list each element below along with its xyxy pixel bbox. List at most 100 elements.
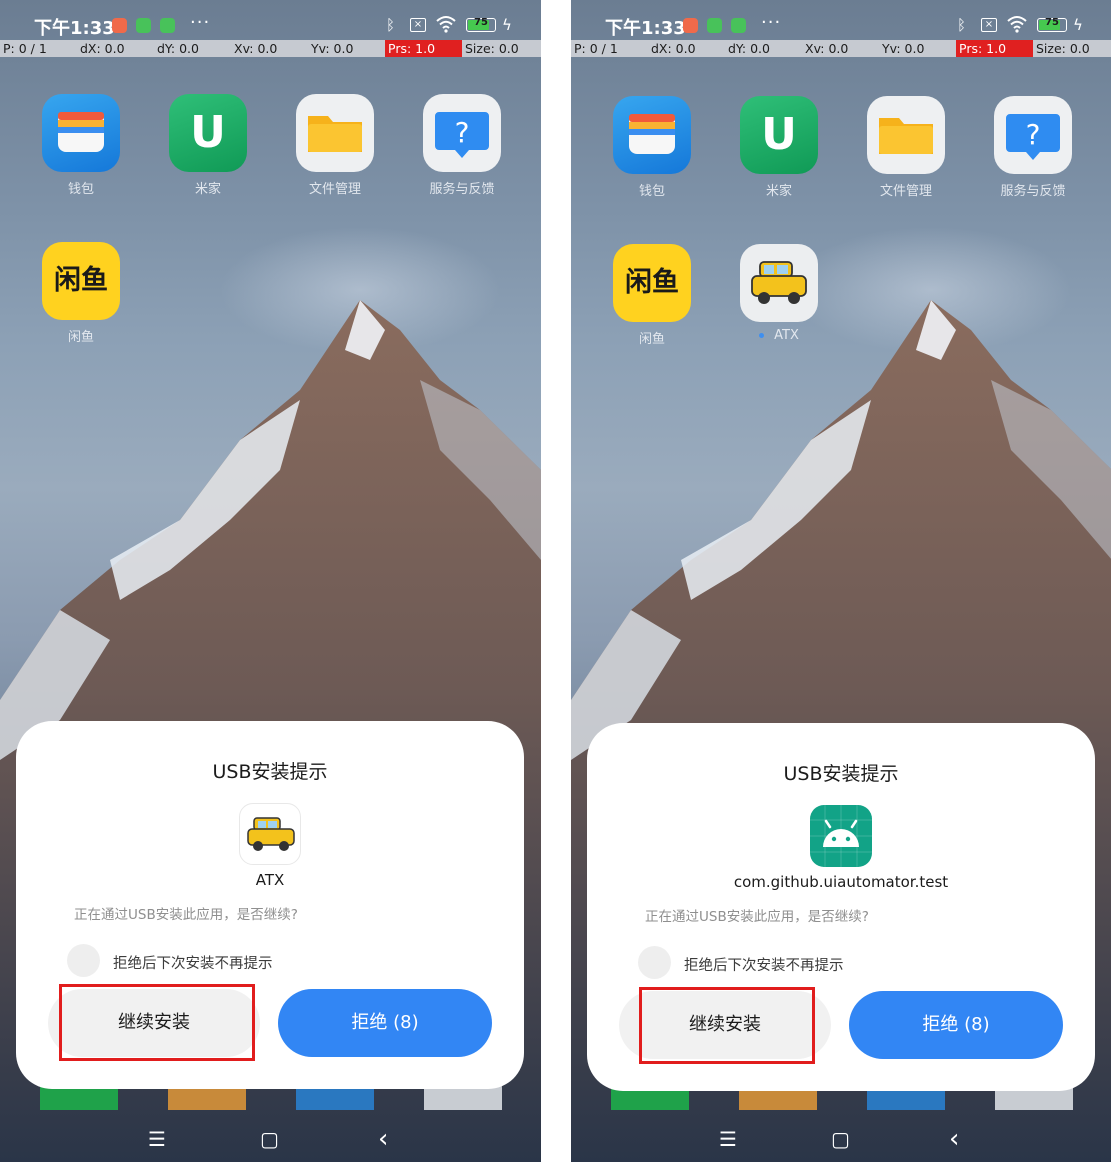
battery-percent: 75	[474, 17, 488, 28]
home-icon[interactable]: ▢	[831, 1122, 850, 1156]
app-label: 文件管理	[879, 184, 932, 199]
battery-percent: 75	[1045, 17, 1059, 28]
debug-yv: Yv: 0.0	[882, 41, 925, 56]
reject-button[interactable]: 拒绝 (8)	[849, 991, 1063, 1059]
debug-pointer: P: 0 / 1	[3, 41, 47, 56]
debug-pointer: P: 0 / 1	[574, 41, 618, 56]
app-service[interactable]: ? 服务与反馈	[414, 94, 510, 197]
app-files[interactable]: 文件管理	[287, 94, 383, 197]
app-xianyu[interactable]: 闲鱼 闲鱼	[604, 244, 700, 347]
app-label: 文件管理	[308, 182, 361, 197]
app-label: 米家	[194, 182, 221, 197]
xianyu-icon: 闲鱼	[613, 244, 691, 322]
battery-icon: 75	[466, 17, 496, 32]
mijia-icon: U	[169, 94, 247, 172]
home-icon[interactable]: ▢	[260, 1122, 279, 1156]
dont-remind-checkbox[interactable]	[638, 946, 671, 979]
atx-taxi-icon	[239, 803, 301, 865]
new-app-dot-icon	[759, 333, 765, 338]
app-label: 闲鱼	[67, 330, 94, 345]
phone-screen-right: 下午1:33 ··· ᛒ × 75 ϟ P: 0 / 1 dX: 0.0 dY:…	[571, 0, 1111, 1162]
app-label: 服务与反馈	[1000, 184, 1066, 199]
wifi-icon	[1007, 15, 1027, 38]
debug-size: Size: 0.0	[1036, 41, 1090, 56]
svg-text:?: ?	[455, 116, 470, 149]
pointer-debug-bar: P: 0 / 1 dX: 0.0 dY: 0.0 Xv: 0.0 Yv: 0.0…	[571, 40, 1111, 57]
highlight-box	[639, 987, 815, 1064]
svg-text:?: ?	[1026, 118, 1041, 151]
notification-app-icon	[112, 18, 127, 33]
app-label: 服务与反馈	[429, 182, 495, 197]
wallet-icon	[42, 94, 120, 172]
status-bar: 下午1:33 ··· ᛒ × 75 ϟ	[0, 10, 541, 40]
dialog-title: USB安装提示	[212, 761, 328, 783]
menu-icon[interactable]: ☰	[719, 1122, 737, 1156]
debug-pressure: Prs: 1.0	[385, 40, 462, 57]
folder-icon	[296, 94, 374, 172]
folder-icon	[867, 96, 945, 174]
app-label: 闲鱼	[638, 332, 665, 347]
navigation-bar: ☰ ▢ ‹	[0, 1122, 541, 1156]
app-mijia[interactable]: U 米家	[731, 96, 827, 199]
notification-app-icon	[707, 18, 722, 33]
dialog-title: USB安装提示	[783, 763, 899, 785]
debug-dy: dY: 0.0	[728, 41, 770, 56]
help-icon: ?	[994, 96, 1072, 174]
navigation-bar: ☰ ▢ ‹	[571, 1122, 1111, 1156]
debug-dx: dX: 0.0	[80, 41, 125, 56]
no-sim-icon: ×	[410, 18, 426, 32]
debug-yv: Yv: 0.0	[311, 41, 354, 56]
bluetooth-icon: ᛒ	[957, 16, 967, 34]
debug-pressure: Prs: 1.0	[956, 40, 1033, 57]
package-name: ATX	[255, 871, 285, 889]
more-notifications-icon: ···	[761, 12, 782, 33]
app-wallet[interactable]: 钱包	[33, 94, 129, 197]
app-label-text: ATX	[774, 328, 799, 343]
dialog-message: 正在通过USB安装此应用，是否继续?	[74, 907, 298, 923]
app-atx[interactable]: ATX	[731, 244, 827, 343]
wallet-icon	[613, 96, 691, 174]
xianyu-icon: 闲鱼	[42, 242, 120, 320]
more-notifications-icon: ···	[190, 12, 211, 33]
help-icon: ?	[423, 94, 501, 172]
app-files[interactable]: 文件管理	[858, 96, 954, 199]
dont-remind-checkbox[interactable]	[67, 944, 100, 977]
debug-dy: dY: 0.0	[157, 41, 199, 56]
highlight-box	[59, 984, 255, 1061]
battery-icon: 75	[1037, 17, 1067, 32]
menu-icon[interactable]: ☰	[148, 1122, 166, 1156]
debug-xv: Xv: 0.0	[234, 41, 278, 56]
bluetooth-icon: ᛒ	[386, 16, 396, 34]
debug-size: Size: 0.0	[465, 41, 519, 56]
mijia-icon: U	[740, 96, 818, 174]
notification-app-icon	[160, 18, 175, 33]
app-mijia[interactable]: U 米家	[160, 94, 256, 197]
app-service[interactable]: ? 服务与反馈	[985, 96, 1081, 199]
app-label: 米家	[765, 184, 792, 199]
reject-button[interactable]: 拒绝 (8)	[278, 989, 492, 1057]
android-icon	[810, 805, 872, 867]
notification-app-icon	[731, 18, 746, 33]
app-wallet[interactable]: 钱包	[604, 96, 700, 199]
package-name: com.github.uiautomator.test	[733, 873, 949, 891]
app-label: ATX	[731, 328, 827, 343]
atx-taxi-icon	[740, 244, 818, 322]
app-label: 钱包	[67, 182, 94, 197]
status-time: 下午1:33	[34, 18, 115, 39]
status-time: 下午1:33	[605, 18, 686, 39]
app-xianyu[interactable]: 闲鱼 闲鱼	[33, 242, 129, 345]
notification-app-icon	[136, 18, 151, 33]
no-sim-icon: ×	[981, 18, 997, 32]
phone-screen-left: 下午1:33 ··· ᛒ × 75 ϟ P: 0 / 1 dX: 0.0 dY:…	[0, 0, 541, 1162]
usb-install-dialog: USB安装提示 ATX 正在通过USB安装此应用，是否继续? 拒绝后下次安装不再…	[16, 721, 524, 1089]
debug-dx: dX: 0.0	[651, 41, 696, 56]
charging-icon: ϟ	[1073, 16, 1083, 34]
pointer-debug-bar: P: 0 / 1 dX: 0.0 dY: 0.0 Xv: 0.0 Yv: 0.0…	[0, 40, 541, 57]
back-icon[interactable]: ‹	[949, 1122, 959, 1156]
wifi-icon	[436, 15, 456, 38]
back-icon[interactable]: ‹	[378, 1122, 388, 1156]
usb-install-dialog: USB安装提示 com.github.uiautomator.test 正在通过…	[587, 723, 1095, 1091]
notification-app-icon	[683, 18, 698, 33]
dialog-message: 正在通过USB安装此应用，是否继续?	[645, 909, 869, 925]
charging-icon: ϟ	[502, 16, 512, 34]
